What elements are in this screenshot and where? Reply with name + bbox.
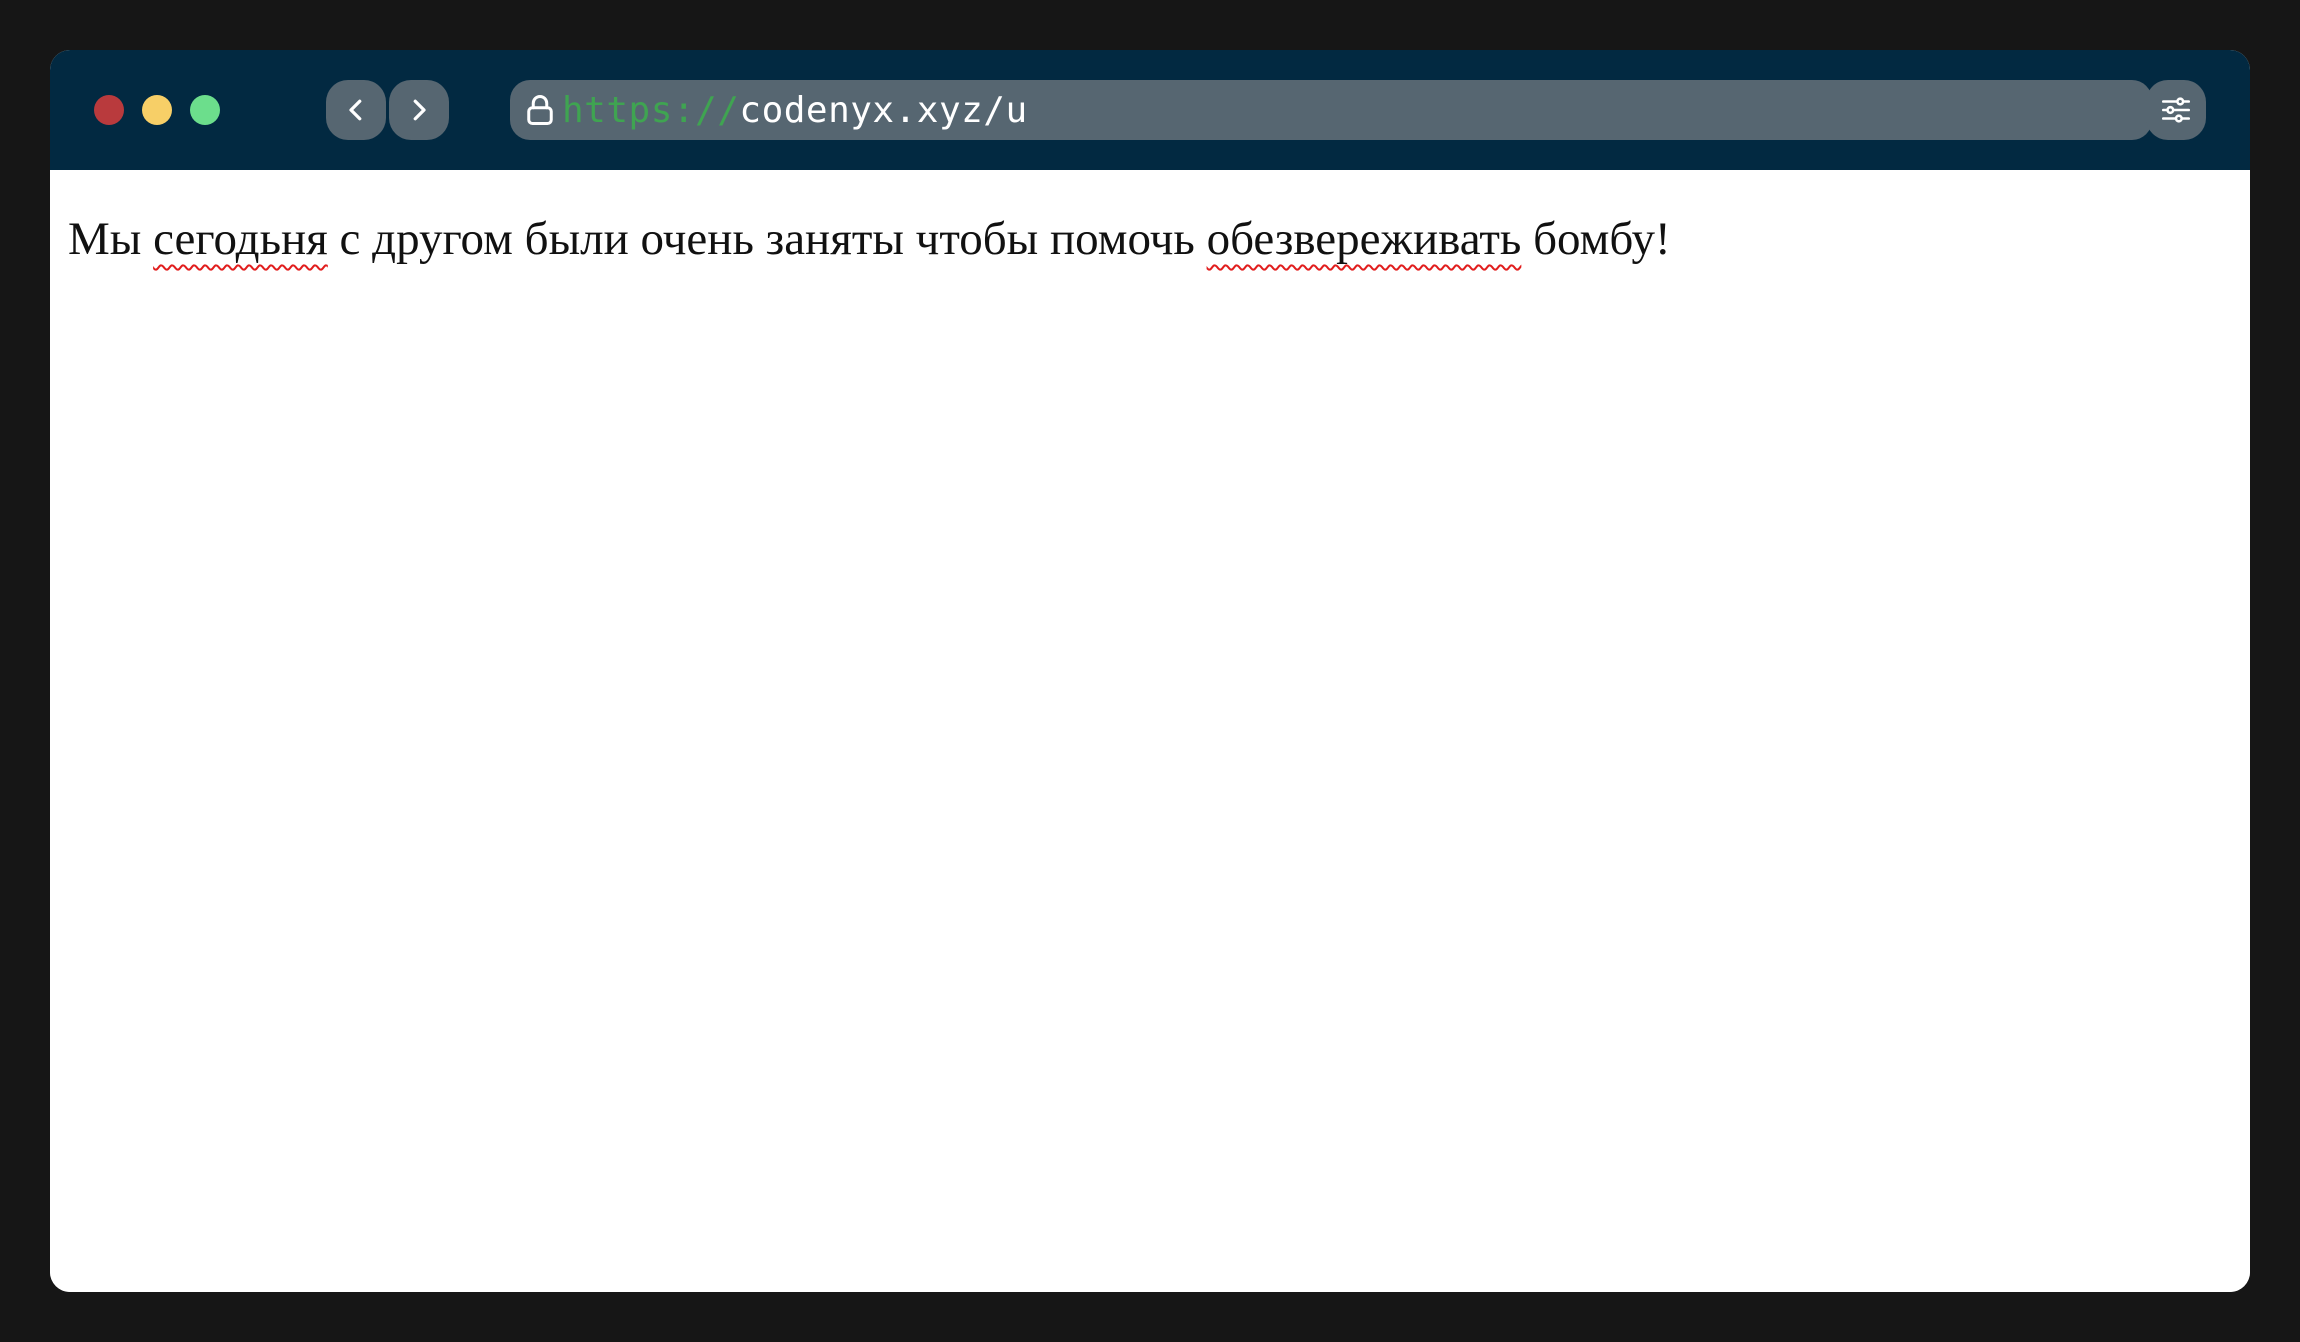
browser-titlebar: https://codenyx.xyz/u xyxy=(50,50,2250,170)
minimize-window-button[interactable] xyxy=(142,95,172,125)
settings-button[interactable] xyxy=(2146,80,2206,140)
browser-window: https://codenyx.xyz/u Мы сегодьня с друг… xyxy=(50,50,2250,1292)
forward-button[interactable] xyxy=(389,80,449,140)
close-window-button[interactable] xyxy=(94,95,124,125)
page-paragraph: Мы сегодьня с другом были очень заняты ч… xyxy=(68,212,1671,266)
page-content: Мы сегодьня с другом были очень заняты ч… xyxy=(50,170,2250,1292)
maximize-window-button[interactable] xyxy=(190,95,220,125)
misspelled-word[interactable]: сегодьня xyxy=(153,213,328,265)
address-bar[interactable]: https://codenyx.xyz/u xyxy=(510,80,2152,140)
url-scheme: https:// xyxy=(562,89,740,131)
sliders-icon xyxy=(2161,97,2191,123)
misspelled-word[interactable]: обезвереживать xyxy=(1207,213,1522,265)
sentence-end: бомбу! xyxy=(1533,213,1671,265)
lock-icon xyxy=(520,90,560,130)
url-text: https://codenyx.xyz/u xyxy=(562,90,1028,131)
chevron-left-icon xyxy=(349,99,362,121)
chevron-right-icon xyxy=(413,99,426,121)
url-host: codenyx.xyz/u xyxy=(739,89,1028,131)
word: Мы xyxy=(68,213,142,265)
back-button[interactable] xyxy=(326,80,386,140)
sentence-middle: с другом были очень заняты чтобы помочь xyxy=(339,213,1195,265)
